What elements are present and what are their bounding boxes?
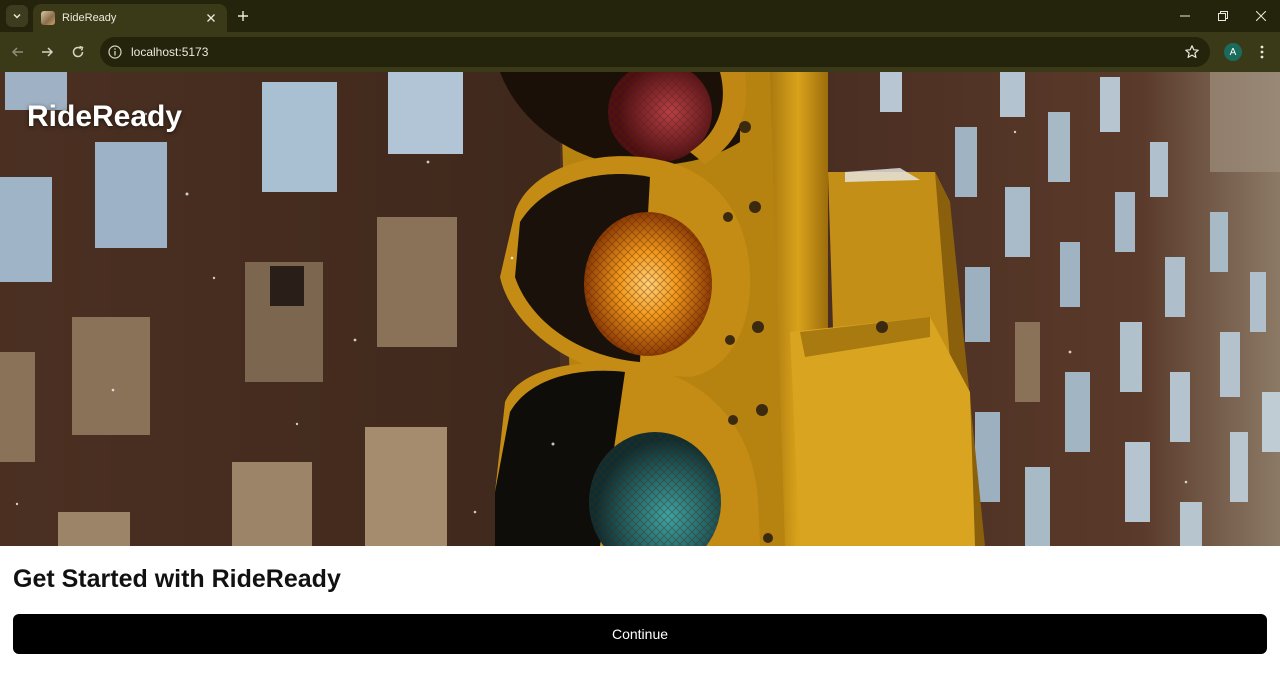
browser-tab-strip: RideReady <box>0 0 1280 32</box>
page-heading: Get Started with RideReady <box>13 565 341 593</box>
hero-image: RideReady <box>0 72 1280 546</box>
tab-favicon-icon <box>41 11 55 25</box>
browser-toolbar: localhost:5173 A <box>0 32 1280 72</box>
url-text[interactable]: localhost:5173 <box>131 45 208 59</box>
brand-logo-text: RideReady <box>27 100 183 133</box>
address-bar[interactable]: localhost:5173 <box>100 37 1210 67</box>
chevron-down-icon <box>13 13 21 19</box>
new-tab-plus-icon[interactable] <box>233 6 253 26</box>
tab-title: RideReady <box>62 12 117 24</box>
close-window-icon[interactable] <box>1242 0 1280 32</box>
traffic-light-photo <box>0 72 1280 546</box>
reload-icon[interactable] <box>66 40 90 64</box>
profile-avatar[interactable]: A <box>1224 43 1242 61</box>
tab-close-icon[interactable] <box>203 10 219 26</box>
continue-button[interactable]: Continue <box>13 614 1267 654</box>
bookmark-star-icon[interactable] <box>1184 44 1200 60</box>
browser-tab[interactable]: RideReady <box>33 4 227 32</box>
restore-window-icon[interactable] <box>1204 0 1242 32</box>
minimize-window-icon[interactable] <box>1166 0 1204 32</box>
site-info-icon[interactable] <box>108 45 122 59</box>
back-arrow-icon[interactable] <box>6 40 30 64</box>
tab-search-button[interactable] <box>6 5 28 27</box>
browser-menu-icon[interactable] <box>1252 42 1272 62</box>
forward-arrow-icon[interactable] <box>35 40 59 64</box>
